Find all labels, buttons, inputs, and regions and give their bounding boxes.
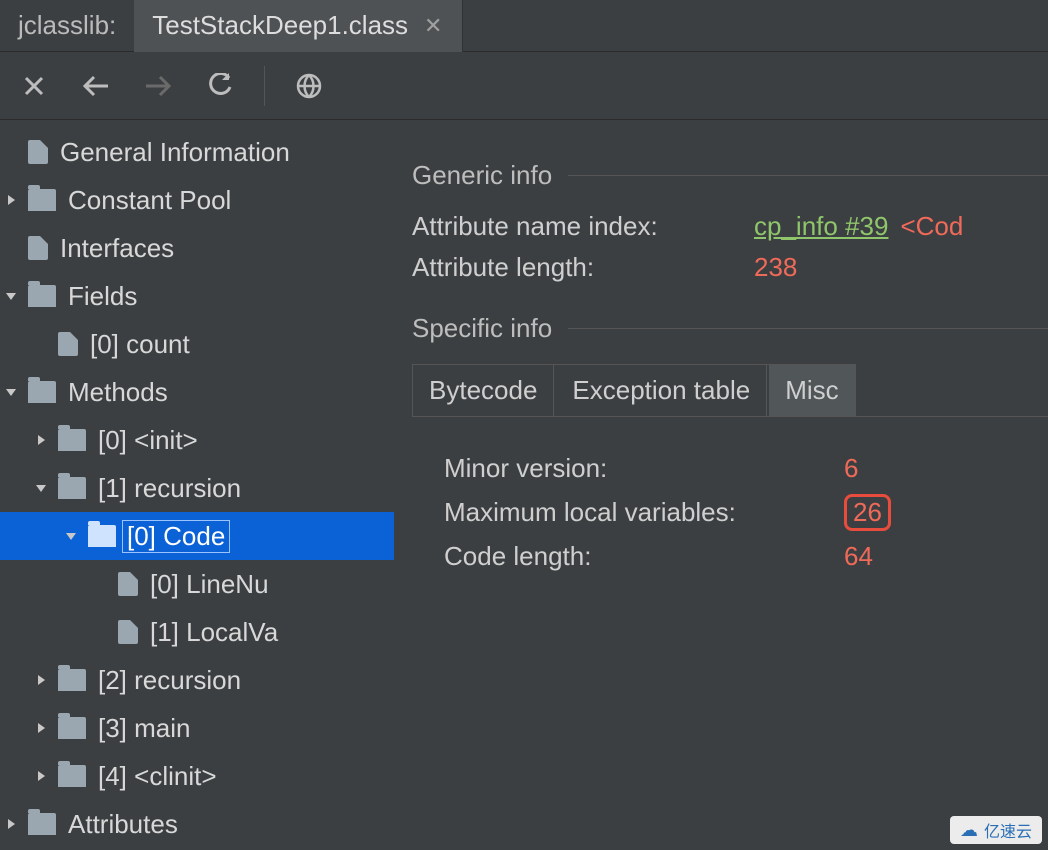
close-button[interactable]	[10, 62, 58, 110]
titlebar: jclasslib: TestStackDeep1.class ✕	[0, 0, 1048, 52]
back-button[interactable]	[72, 62, 120, 110]
tree-row[interactable]: [0] Code	[0, 512, 394, 560]
disclosure-icon[interactable]	[0, 813, 22, 835]
watermark: ☁ 亿速云	[950, 816, 1042, 844]
forward-button[interactable]	[134, 62, 182, 110]
file-icon	[118, 620, 138, 644]
folder-icon	[58, 765, 86, 787]
attr-length-label: Attribute length:	[412, 252, 742, 283]
tree-item-label: [0] count	[84, 329, 190, 360]
tab-bytecode[interactable]: Bytecode	[413, 365, 554, 416]
file-icon	[118, 572, 138, 596]
tree-item-label: General Information	[54, 137, 290, 168]
attr-name-link[interactable]: cp_info #39	[754, 211, 888, 242]
generic-info-heading: Generic info	[412, 160, 552, 191]
disclosure-icon[interactable]	[30, 765, 52, 787]
disclosure-icon[interactable]	[0, 189, 22, 211]
tree-row[interactable]: [0] <init>	[0, 416, 394, 464]
file-icon	[58, 332, 78, 356]
disclosure-icon[interactable]	[0, 381, 22, 403]
x-icon	[22, 74, 46, 98]
folder-icon	[58, 717, 86, 739]
app-title: jclasslib:	[0, 10, 134, 41]
file-tab[interactable]: TestStackDeep1.class ✕	[134, 0, 463, 52]
tree-item-label: [4] <clinit>	[92, 761, 217, 792]
tree-row[interactable]: [0] count	[0, 320, 394, 368]
minor-version-value: 6	[844, 453, 858, 484]
folder-icon	[28, 189, 56, 211]
rule	[568, 175, 1048, 176]
close-icon[interactable]: ✕	[422, 13, 444, 39]
tree-row[interactable]: Attributes	[0, 800, 394, 848]
tree-item-label: Fields	[62, 281, 137, 312]
file-tab-label: TestStackDeep1.class	[152, 10, 408, 41]
disclosure-icon[interactable]	[30, 669, 52, 691]
tree-row[interactable]: [4] <clinit>	[0, 752, 394, 800]
code-length-label: Code length:	[444, 541, 844, 572]
arrow-right-icon	[144, 74, 172, 98]
folder-icon	[58, 477, 86, 499]
tree-item-label: [0] Code	[122, 520, 230, 553]
toolbar-separator	[264, 66, 265, 106]
disclosure-icon[interactable]	[30, 717, 52, 739]
tree-row[interactable]: Interfaces	[0, 224, 394, 272]
folder-icon	[58, 669, 86, 691]
tree-item-label: Attributes	[62, 809, 178, 840]
tree-item-label: [1] recursion	[92, 473, 241, 504]
tab-misc[interactable]: Misc	[769, 365, 854, 416]
folder-icon	[58, 429, 86, 451]
tree-item-label: [0] <init>	[92, 425, 198, 456]
detail-panel: Generic info Attribute name index: cp_in…	[394, 120, 1048, 850]
file-icon	[28, 140, 48, 164]
tree-item-label: [0] LineNu	[144, 569, 269, 600]
refresh-button[interactable]	[196, 62, 244, 110]
watermark-text: 亿速云	[984, 818, 1032, 842]
file-icon	[28, 236, 48, 260]
disclosure-icon[interactable]	[0, 285, 22, 307]
tree-row[interactable]: [1] recursion	[0, 464, 394, 512]
folder-icon	[28, 381, 56, 403]
minor-version-label: Minor version:	[444, 453, 844, 484]
tree-item-label: [1] LocalVa	[144, 617, 278, 648]
disclosure-icon[interactable]	[30, 429, 52, 451]
tree-row[interactable]: Fields	[0, 272, 394, 320]
refresh-icon	[207, 73, 233, 99]
toolbar	[0, 52, 1048, 120]
tree-row[interactable]: General Information	[0, 128, 394, 176]
tree-row[interactable]: [1] LocalVa	[0, 608, 394, 656]
attr-length-value: 238	[754, 252, 797, 283]
globe-icon	[296, 73, 322, 99]
folder-icon	[28, 285, 56, 307]
folder-icon	[28, 813, 56, 835]
specific-info-heading: Specific info	[412, 313, 552, 344]
attr-name-label: Attribute name index:	[412, 211, 742, 242]
disclosure-icon[interactable]	[60, 525, 82, 547]
folder-icon	[88, 525, 116, 547]
misc-tab-body: Minor version: 6 Maximum local variables…	[412, 416, 1048, 572]
web-button[interactable]	[285, 62, 333, 110]
tree-row[interactable]: [3] main	[0, 704, 394, 752]
cloud-icon: ☁	[960, 820, 978, 841]
max-local-vars-value: 26	[844, 494, 891, 531]
tree-item-label: [2] recursion	[92, 665, 241, 696]
arrow-left-icon	[82, 74, 110, 98]
tree-item-label: Constant Pool	[62, 185, 231, 216]
tree-item-label: [3] main	[92, 713, 191, 744]
rule	[568, 328, 1048, 329]
code-length-value: 64	[844, 541, 873, 572]
tab-exception-table[interactable]: Exception table	[556, 365, 767, 416]
detail-tabs: Bytecode Exception table Misc	[412, 364, 856, 416]
tree-panel: General Information Constant Pool Interfac…	[0, 120, 394, 850]
tree-row[interactable]: Constant Pool	[0, 176, 394, 224]
tree-row[interactable]: [0] LineNu	[0, 560, 394, 608]
attr-name-extra: <Cod	[900, 211, 963, 242]
disclosure-icon[interactable]	[30, 477, 52, 499]
tree-item-label: Interfaces	[54, 233, 174, 264]
max-local-vars-label: Maximum local variables:	[444, 497, 844, 528]
tree-row[interactable]: [2] recursion	[0, 656, 394, 704]
tree-row[interactable]: Methods	[0, 368, 394, 416]
tree-item-label: Methods	[62, 377, 168, 408]
